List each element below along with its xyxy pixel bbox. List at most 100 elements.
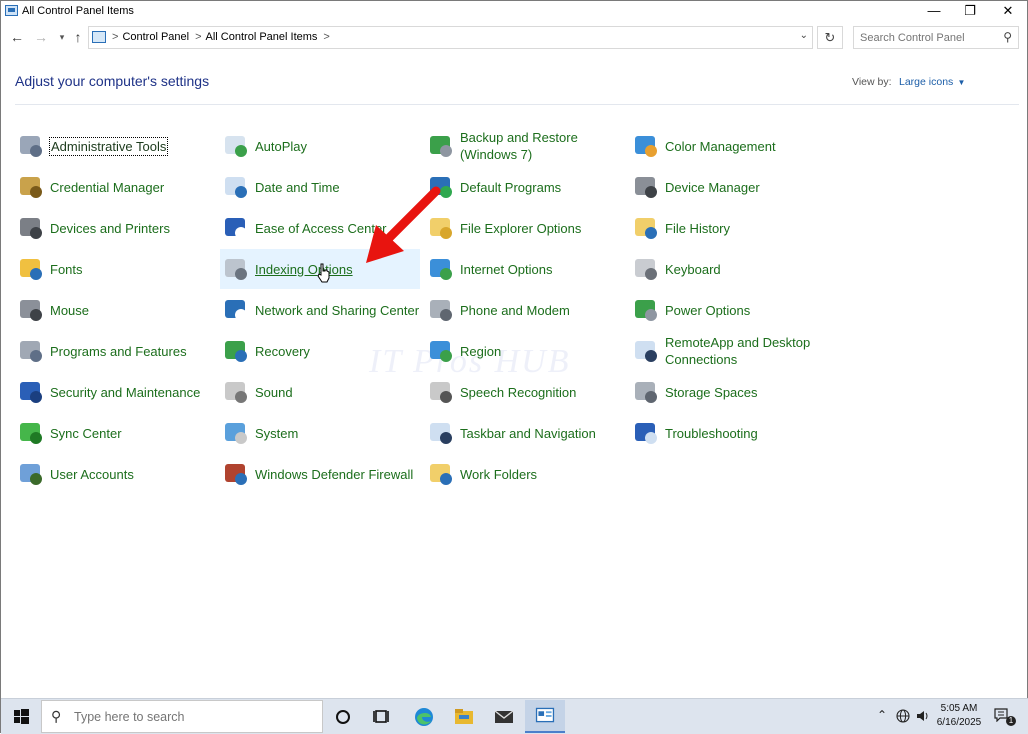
address-bar[interactable]: > Control Panel > All Control Panel Items > … xyxy=(88,26,813,49)
cp-item-administrative-tools[interactable]: Administrative Tools xyxy=(15,126,215,166)
cp-item-label-text[interactable]: Recovery xyxy=(255,343,310,360)
cp-item-label-text[interactable]: Credential Manager xyxy=(50,179,164,196)
cp-item-windows-defender-firewall[interactable]: Windows Defender Firewall xyxy=(220,454,420,494)
address-dropdown-icon[interactable]: ⌄ xyxy=(800,30,808,41)
cp-item-label[interactable]: System xyxy=(255,413,420,453)
restore-button[interactable]: ❐ xyxy=(951,1,989,23)
cp-item-sound[interactable]: Sound xyxy=(220,372,420,412)
forward-arrow-icon[interactable]: → xyxy=(32,28,50,46)
windows-start-icon[interactable] xyxy=(1,699,41,734)
cp-item-label[interactable]: Fonts xyxy=(50,249,215,289)
cp-item-label-text[interactable]: Default Programs xyxy=(460,179,561,196)
cp-item-fonts[interactable]: Fonts xyxy=(15,249,215,289)
cp-item-label-text[interactable]: AutoPlay xyxy=(255,138,307,155)
cortana-icon[interactable] xyxy=(323,700,363,733)
cp-item-label[interactable]: Power Options xyxy=(665,290,830,330)
cp-item-label-text[interactable]: Programs and Features xyxy=(50,343,187,360)
breadcrumb-separator[interactable]: > xyxy=(112,31,118,43)
cp-item-label-text[interactable]: Power Options xyxy=(665,302,750,319)
cp-item-label-text[interactable]: Keyboard xyxy=(665,261,721,278)
cp-item-label-text[interactable]: Windows Defender Firewall xyxy=(255,466,413,483)
volume-speaker-icon[interactable] xyxy=(916,709,930,723)
cp-item-label[interactable]: File Explorer Options xyxy=(460,208,625,248)
breadcrumb-all-items[interactable]: All Control Panel Items xyxy=(206,31,318,43)
close-button[interactable]: ✕ xyxy=(989,1,1027,23)
cp-item-label-text[interactable]: Internet Options xyxy=(460,261,553,278)
cp-item-power-options[interactable]: Power Options xyxy=(630,290,830,330)
cp-item-mouse[interactable]: Mouse xyxy=(15,290,215,330)
cp-item-label[interactable]: Credential Manager xyxy=(50,167,215,207)
cp-item-label-text[interactable]: Sync Center xyxy=(50,425,122,442)
cp-item-label-text[interactable]: Sound xyxy=(255,384,293,401)
cp-item-internet-options[interactable]: Internet Options xyxy=(425,249,625,289)
cp-item-remoteapp-and-desktop-connections[interactable]: RemoteApp and Desktop Connections xyxy=(630,331,830,371)
cp-item-label-text[interactable]: File History xyxy=(665,220,730,237)
breadcrumb-control-panel[interactable]: Control Panel xyxy=(122,31,189,43)
cp-item-file-explorer-options[interactable]: File Explorer Options xyxy=(425,208,625,248)
cp-item-sync-center[interactable]: Sync Center xyxy=(15,413,215,453)
cp-item-file-history[interactable]: File History xyxy=(630,208,830,248)
cp-item-label[interactable]: AutoPlay xyxy=(255,126,420,166)
cp-item-recovery[interactable]: Recovery xyxy=(220,331,420,371)
breadcrumb-separator[interactable]: > xyxy=(195,31,201,43)
mail-icon[interactable] xyxy=(484,700,524,733)
cp-item-programs-and-features[interactable]: Programs and Features xyxy=(15,331,215,371)
cp-item-label[interactable]: Network and Sharing Center xyxy=(255,290,420,330)
cp-item-label[interactable]: Storage Spaces xyxy=(665,372,830,412)
cp-item-user-accounts[interactable]: User Accounts xyxy=(15,454,215,494)
cp-item-label-text[interactable]: Device Manager xyxy=(665,179,760,196)
cp-item-color-management[interactable]: Color Management xyxy=(630,126,830,166)
cp-item-label-text[interactable]: Region xyxy=(460,343,501,360)
cp-item-label[interactable]: Devices and Printers xyxy=(50,208,215,248)
cp-item-label-text[interactable]: Work Folders xyxy=(460,466,537,483)
up-arrow-icon[interactable]: ↑ xyxy=(69,28,87,46)
cp-item-label-text[interactable]: User Accounts xyxy=(50,466,134,483)
cp-item-label-text[interactable]: Network and Sharing Center xyxy=(255,302,419,319)
title-bar[interactable]: All Control Panel Items — ❐ ✕ xyxy=(1,1,1027,23)
cp-item-label-text[interactable]: Administrative Tools xyxy=(48,136,169,156)
taskbar-search-input[interactable] xyxy=(74,709,314,725)
breadcrumb-separator[interactable]: > xyxy=(323,31,329,43)
search-box[interactable]: ⚲ xyxy=(853,26,1019,49)
cp-item-label-text[interactable]: Date and Time xyxy=(255,179,340,196)
cp-item-region[interactable]: Region xyxy=(425,331,625,371)
cp-item-label[interactable]: Programs and Features xyxy=(50,331,215,371)
cp-item-network-and-sharing-center[interactable]: Network and Sharing Center xyxy=(220,290,420,330)
view-by-dropdown[interactable]: Large icons ▼ xyxy=(899,76,965,88)
cp-item-label[interactable]: Taskbar and Navigation xyxy=(460,413,625,453)
back-arrow-icon[interactable]: ← xyxy=(8,28,26,46)
show-hidden-icons-chevron-icon[interactable]: ⌃ xyxy=(877,708,887,722)
cp-item-label[interactable]: Administrative Tools xyxy=(48,126,215,166)
search-input[interactable] xyxy=(854,27,994,48)
cp-item-label[interactable]: Phone and Modem xyxy=(460,290,625,330)
task-view-icon[interactable] xyxy=(362,700,402,733)
cp-item-label[interactable]: Default Programs xyxy=(460,167,625,207)
cp-item-label[interactable]: Internet Options xyxy=(460,249,625,289)
system-clock[interactable]: 5:05 AM 6/16/2025 xyxy=(935,702,983,730)
cp-item-troubleshooting[interactable]: Troubleshooting xyxy=(630,413,830,453)
cp-item-taskbar-and-navigation[interactable]: Taskbar and Navigation xyxy=(425,413,625,453)
cp-item-label-text[interactable]: Mouse xyxy=(50,302,89,319)
cp-item-storage-spaces[interactable]: Storage Spaces xyxy=(630,372,830,412)
cp-item-label-text[interactable]: Backup and Restore (Windows 7) xyxy=(460,129,625,163)
cp-item-backup-and-restore-windows-7[interactable]: Backup and Restore (Windows 7) xyxy=(425,126,625,166)
cp-item-label[interactable]: Windows Defender Firewall xyxy=(255,454,420,494)
cp-item-credential-manager[interactable]: Credential Manager xyxy=(15,167,215,207)
cp-item-label-text[interactable]: Devices and Printers xyxy=(50,220,170,237)
cp-item-label[interactable]: Device Manager xyxy=(665,167,830,207)
cp-item-device-manager[interactable]: Device Manager xyxy=(630,167,830,207)
network-globe-icon[interactable] xyxy=(896,709,910,723)
cp-item-label[interactable]: RemoteApp and Desktop Connections xyxy=(665,331,830,371)
refresh-button[interactable]: ↻ xyxy=(817,26,843,49)
cp-item-label-text[interactable]: Taskbar and Navigation xyxy=(460,425,596,442)
edge-browser-icon[interactable] xyxy=(404,700,444,733)
cp-item-label-text[interactable]: Security and Maintenance xyxy=(50,384,200,401)
cp-item-label-text[interactable]: Storage Spaces xyxy=(665,384,758,401)
cp-item-label[interactable]: Region xyxy=(460,331,625,371)
cp-item-keyboard[interactable]: Keyboard xyxy=(630,249,830,289)
cp-item-label[interactable]: Sound xyxy=(255,372,420,412)
cp-item-label-text[interactable]: Phone and Modem xyxy=(460,302,570,319)
cp-item-devices-and-printers[interactable]: Devices and Printers xyxy=(15,208,215,248)
cp-item-phone-and-modem[interactable]: Phone and Modem xyxy=(425,290,625,330)
cp-item-label[interactable]: File History xyxy=(665,208,830,248)
